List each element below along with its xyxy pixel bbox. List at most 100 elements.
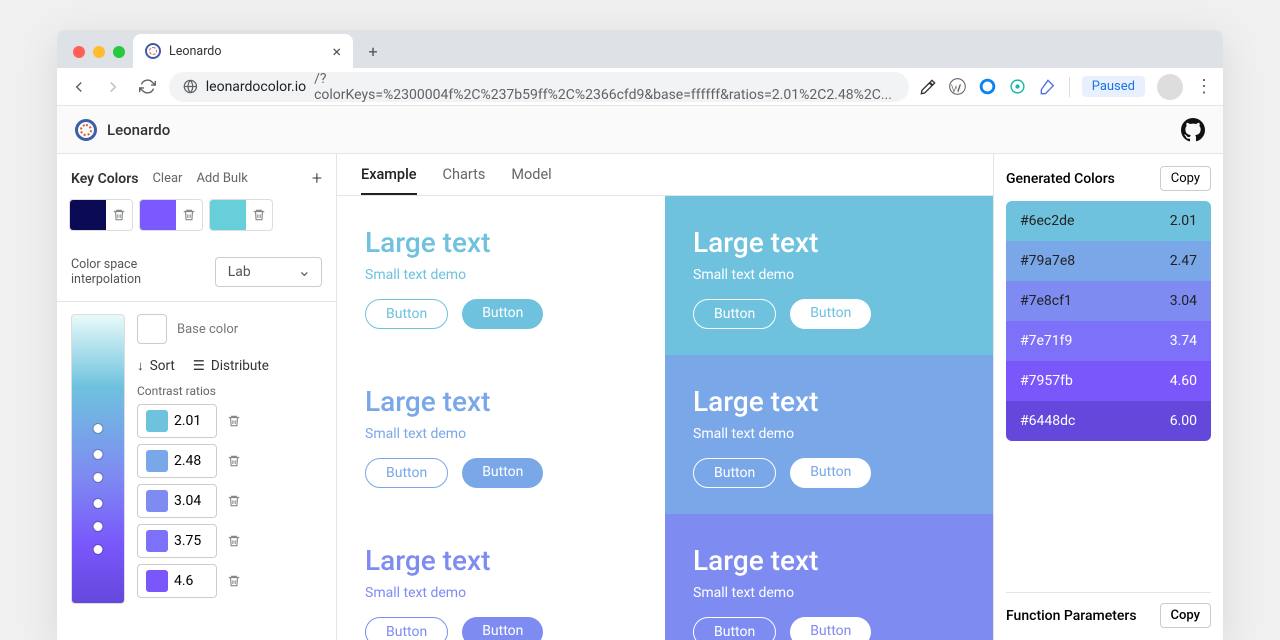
trash-icon[interactable] [106,200,132,230]
sort-button[interactable]: ↓Sort [137,358,175,374]
ratio-item: 4.6 [137,564,322,598]
traffic-lights [69,46,133,68]
copy-button[interactable]: Copy [1160,166,1211,191]
app-header: Leonardo [57,106,1223,154]
trash-icon[interactable] [246,200,272,230]
button-solid[interactable]: Button [462,299,543,329]
more-menu-icon[interactable]: ⋮ [1195,76,1213,97]
gradient-handle[interactable] [94,473,103,482]
tab-example[interactable]: Example [361,166,417,195]
generated-color-item[interactable]: #7e71f9 3.74 [1006,321,1211,361]
pen-icon[interactable] [1039,78,1057,96]
trash-icon[interactable] [227,454,241,468]
example-cell-dark: Large text Small text demo Button Button [665,355,993,514]
button-outline[interactable]: Button [365,458,448,488]
key-color-swatch[interactable] [210,200,246,230]
tab-model[interactable]: Model [511,166,551,195]
interp-select[interactable]: Lab [215,257,322,287]
key-color-swatch[interactable] [70,200,106,230]
generated-ratio: 2.47 [1170,253,1197,269]
trash-icon[interactable] [176,200,202,230]
generated-color-item[interactable]: #79a7e8 2.47 [1006,241,1211,281]
ratio-input[interactable]: 3.04 [137,484,217,518]
ratio-input[interactable]: 2.48 [137,444,217,478]
large-text: Large text [365,226,637,259]
button-outline[interactable]: Button [693,458,776,488]
url-field[interactable]: leonardocolor.io/?colorKeys=%2300004f%2C… [169,72,909,102]
new-tab-button[interactable]: + [359,37,387,65]
trash-icon[interactable] [227,534,241,548]
button-solid[interactable]: Button [462,617,543,640]
ring-blue-icon[interactable] [979,78,997,96]
small-text: Small text demo [693,585,965,601]
button-solid[interactable]: Button [462,458,543,488]
app-title: Leonardo [107,121,170,139]
key-color-swatch[interactable] [140,200,176,230]
button-solid[interactable]: Button [790,299,871,329]
wordpress-icon[interactable] [949,78,967,96]
base-color-swatch[interactable] [137,314,167,344]
forward-button[interactable] [101,75,125,99]
browser-tab[interactable]: Leonardo × [133,34,353,68]
back-button[interactable] [67,75,91,99]
reload-button[interactable] [135,75,159,99]
key-color-item [139,199,203,231]
app-body: Key Colors Clear Add Bulk + Color space … [57,154,1223,640]
key-color-item [209,199,273,231]
add-color-button[interactable]: + [312,168,322,189]
ratios-label: Contrast ratios [137,384,322,398]
paused-badge[interactable]: Paused [1082,76,1145,97]
ratio-swatch [146,450,168,472]
gradient-handle[interactable] [94,450,103,459]
generated-color-item[interactable]: #6448dc 6.00 [1006,401,1211,441]
generated-color-item[interactable]: #6ec2de 2.01 [1006,201,1211,241]
interpolation-row: Color space interpolation Lab [57,249,336,301]
ratio-input[interactable]: 4.6 [137,564,217,598]
maximize-window-icon[interactable] [113,46,125,58]
eyedropper-icon[interactable] [919,78,937,96]
trash-icon[interactable] [227,574,241,588]
extension-icons: Paused ⋮ [919,74,1213,100]
button-row: Button Button [365,458,637,488]
ratio-swatch [146,490,168,512]
close-tab-icon[interactable]: × [332,42,341,61]
target-teal-icon[interactable] [1009,78,1027,96]
key-color-item [69,199,133,231]
button-outline[interactable]: Button [365,299,448,329]
ratios-column: Base color ↓Sort ☰Distribute Contrast ra… [137,314,322,604]
ratio-input[interactable]: 3.75 [137,524,217,558]
ratio-value: 2.48 [174,453,201,469]
ratio-item: 3.75 [137,524,322,558]
gradient-handle[interactable] [94,522,103,531]
fn-params-title: Function Parameters [1006,608,1137,624]
distribute-icon: ☰ [193,358,205,374]
fn-copy-button[interactable]: Copy [1160,603,1211,628]
ratio-value: 3.75 [174,533,201,549]
generated-color-item[interactable]: #7957fb 4.60 [1006,361,1211,401]
generated-ratio: 3.74 [1170,333,1197,349]
tab-charts[interactable]: Charts [443,166,486,195]
button-solid[interactable]: Button [790,458,871,488]
close-window-icon[interactable] [73,46,85,58]
ratio-input[interactable]: 2.01 [137,404,217,438]
key-colors-title: Key Colors [71,171,138,187]
minimize-window-icon[interactable] [93,46,105,58]
gradient-handle[interactable] [94,545,103,554]
trash-icon[interactable] [227,494,241,508]
trash-icon[interactable] [227,414,241,428]
gradient-handle[interactable] [94,499,103,508]
gradient-handle[interactable] [94,424,103,433]
generated-color-item[interactable]: #7e8cf1 3.04 [1006,281,1211,321]
avatar[interactable] [1157,74,1183,100]
add-bulk-button[interactable]: Add Bulk [196,171,247,186]
button-outline[interactable]: Button [365,617,448,640]
button-row: Button Button [365,299,637,329]
ratio-item: 3.04 [137,484,322,518]
clear-button[interactable]: Clear [152,171,182,186]
github-icon[interactable] [1181,118,1205,142]
distribute-button[interactable]: ☰Distribute [193,358,269,374]
button-outline[interactable]: Button [693,617,776,640]
generated-ratio: 2.01 [1170,213,1197,229]
button-solid[interactable]: Button [790,617,871,640]
button-outline[interactable]: Button [693,299,776,329]
